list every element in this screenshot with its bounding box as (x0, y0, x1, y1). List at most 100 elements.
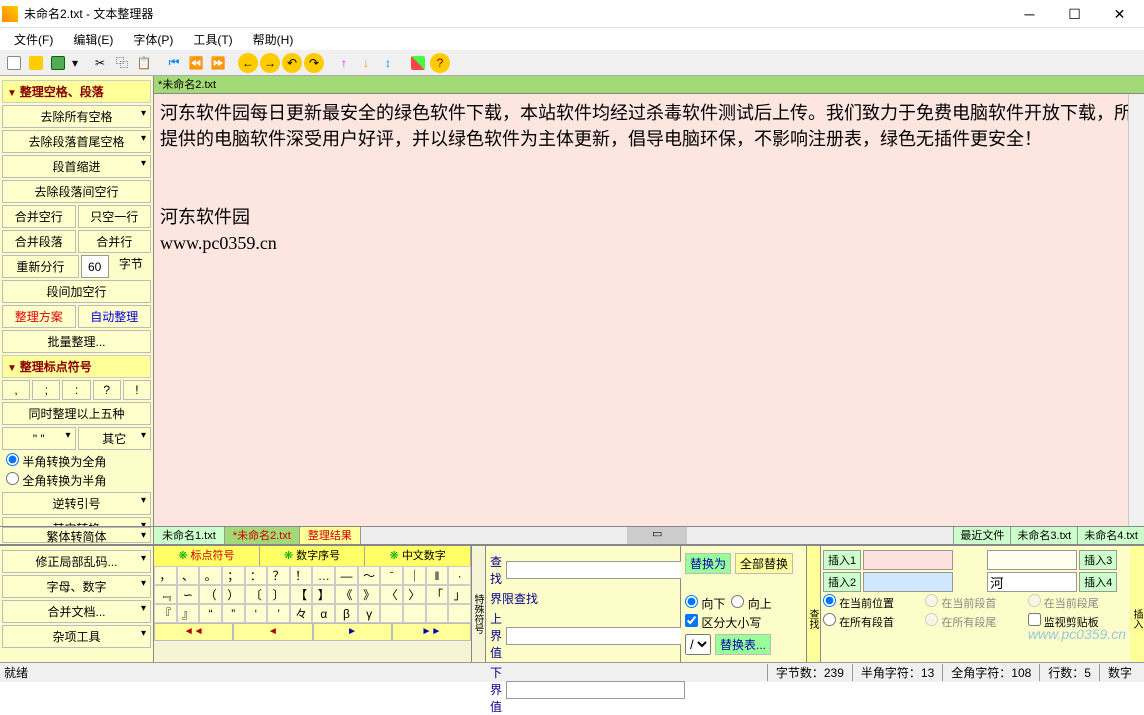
symbol-cell[interactable]: · (448, 566, 471, 585)
punct-colon-button[interactable]: : (62, 380, 90, 400)
symbol-cell[interactable]: 〈 (380, 585, 403, 604)
symbol-cell[interactable]: … (312, 566, 335, 585)
radio-down[interactable]: 向下 (685, 595, 725, 612)
plan-button[interactable]: 整理方案 (2, 305, 76, 328)
merge-empty-button[interactable]: 合并空行 (2, 205, 76, 228)
symbol-cell[interactable]: 。 (199, 566, 222, 585)
radio-pos-para-tail[interactable]: 在当前段尾 (1028, 594, 1128, 611)
remove-all-spaces-button[interactable]: 去除所有空格 (2, 105, 151, 128)
add-space-between-button[interactable]: 段间加空行 (2, 280, 151, 303)
punct-other-button[interactable]: 其它 (78, 427, 152, 450)
nav2-icon[interactable]: → (260, 53, 280, 73)
radio-pos-all-tail[interactable]: 在所有段尾 (925, 613, 1025, 630)
nav1-icon[interactable]: ← (238, 53, 258, 73)
scrollbar-vertical[interactable] (1128, 94, 1144, 526)
symbol-cell[interactable]: ˉ (380, 566, 403, 585)
symbol-cell[interactable]: ‖ (426, 566, 449, 585)
para-indent-button[interactable]: 段首缩进 (2, 155, 151, 178)
other-convert-button[interactable]: 其它转换 (2, 517, 151, 526)
symnav-last[interactable]: ►► (392, 623, 471, 641)
symbol-cell[interactable]: α (312, 604, 335, 623)
symbol-cell[interactable]: ； (222, 566, 245, 585)
batch-button[interactable]: 批量整理... (2, 330, 151, 353)
symbol-cell[interactable]: 》 (358, 585, 381, 604)
misc-tools-button[interactable]: 杂项工具 (2, 625, 151, 648)
file-tab[interactable]: *未命名2.txt (154, 76, 1144, 94)
paste-icon[interactable]: 📋 (134, 53, 154, 73)
symbol-cell[interactable]: （ (199, 585, 222, 604)
replace-all-button[interactable]: 全部替换 (735, 553, 793, 574)
tab-result[interactable]: 整理结果 (300, 527, 361, 544)
auto-button[interactable]: 自动整理 (78, 305, 152, 328)
symbol-cell[interactable]: ” (222, 604, 245, 623)
insert2-button[interactable]: 插入2 (823, 572, 861, 592)
replace-select[interactable]: / (685, 634, 711, 655)
help-icon[interactable]: ? (430, 53, 450, 73)
symbol-cell[interactable]: 〕 (267, 585, 290, 604)
first-icon[interactable]: ⏮ (164, 53, 184, 73)
upper-input[interactable] (506, 627, 685, 645)
open-icon[interactable] (26, 53, 46, 73)
symbol-cell[interactable]: ｜ (403, 566, 426, 585)
trad2simp-button[interactable]: 繁体转简体 (2, 527, 151, 543)
remove-empty-lines-button[interactable]: 去除段落间空行 (2, 180, 151, 203)
up-icon[interactable]: ↑ (334, 53, 354, 73)
down-icon[interactable]: ↓ (356, 53, 376, 73)
symbol-cell[interactable] (380, 604, 403, 623)
symbol-cell[interactable]: ∽ (177, 585, 200, 604)
tab-file2[interactable]: *未命名2.txt (225, 527, 300, 544)
section-punct[interactable]: 整理标点符号 (2, 355, 151, 378)
symbol-cell[interactable]: ！ (290, 566, 313, 585)
symbol-cell[interactable] (448, 604, 471, 623)
remove-para-spaces-button[interactable]: 去除段落首尾空格 (2, 130, 151, 153)
prev-icon[interactable]: ⏪ (186, 53, 206, 73)
lower-input[interactable] (506, 681, 685, 699)
symbol-cell[interactable]: — (335, 566, 358, 585)
punct-comma-button[interactable]: , (2, 380, 30, 400)
insert1-button[interactable]: 插入1 (823, 550, 861, 570)
nav3-icon[interactable]: ↶ (282, 53, 302, 73)
symbol-cell[interactable]: 、 (177, 566, 200, 585)
radio-full2half[interactable]: 全角转换为半角 (6, 474, 106, 488)
replace-table-button[interactable]: 替换表... (715, 634, 771, 655)
close-button[interactable]: ✕ (1097, 0, 1142, 28)
menu-edit[interactable]: 编辑(E) (63, 29, 123, 50)
also-merge-button[interactable]: 合并行 (78, 230, 152, 253)
minimize-button[interactable]: ─ (1007, 0, 1052, 28)
save-dropdown-icon[interactable]: ▾ (70, 53, 80, 73)
symbol-cell[interactable]: ： (245, 566, 268, 585)
search-tab[interactable]: 查找 (807, 546, 821, 662)
symbol-cell[interactable]: ） (222, 585, 245, 604)
punct-bang-button[interactable]: ! (123, 380, 151, 400)
symbol-cell[interactable]: 〉 (403, 585, 426, 604)
radio-pos-all[interactable]: 在所有段首 (823, 613, 923, 630)
radio-pos-para-head[interactable]: 在当前段首 (925, 594, 1025, 611)
replace-button[interactable]: 替换为 (685, 553, 731, 574)
symbol-cell[interactable]: ’ (267, 604, 290, 623)
symbol-cell[interactable]: “ (199, 604, 222, 623)
symbol-cell[interactable] (403, 604, 426, 623)
editor[interactable]: 河东软件园每日更新最安全的绿色软件下载，本站软件均经过杀毒软件测试后上传。我们致… (154, 94, 1144, 526)
symbol-cell[interactable]: ﹃ (154, 585, 177, 604)
check-clipboard[interactable]: 监视剪贴板 (1028, 613, 1128, 630)
symbol-cell[interactable]: 』 (177, 604, 200, 623)
insert1-box[interactable] (863, 550, 953, 570)
insert4-input[interactable] (987, 572, 1077, 592)
save-icon[interactable] (48, 53, 68, 73)
symbol-cell[interactable]: 『 (154, 604, 177, 623)
symbol-cell[interactable]: ， (154, 566, 177, 585)
punct-quote-button[interactable]: " " (2, 427, 76, 450)
symbol-cell[interactable]: β (335, 604, 358, 623)
radio-half2full[interactable]: 半角转换为全角 (6, 455, 106, 469)
updown-icon[interactable]: ↕ (378, 53, 398, 73)
menu-help[interactable]: 帮助(H) (243, 29, 304, 50)
punct-all-button[interactable]: 同时整理以上五种 (2, 402, 151, 425)
symbol-cell[interactable]: γ (358, 604, 381, 623)
symnav-first[interactable]: ◄◄ (154, 623, 233, 641)
tab-file4[interactable]: 未命名4.txt (1077, 527, 1144, 544)
cut-icon[interactable]: ✂ (90, 53, 110, 73)
insert3-box[interactable] (987, 550, 1077, 570)
symhdr-punct[interactable]: ❋ 标点符号 (154, 546, 260, 566)
maximize-button[interactable]: ☐ (1052, 0, 1097, 28)
find-input[interactable] (506, 561, 685, 579)
